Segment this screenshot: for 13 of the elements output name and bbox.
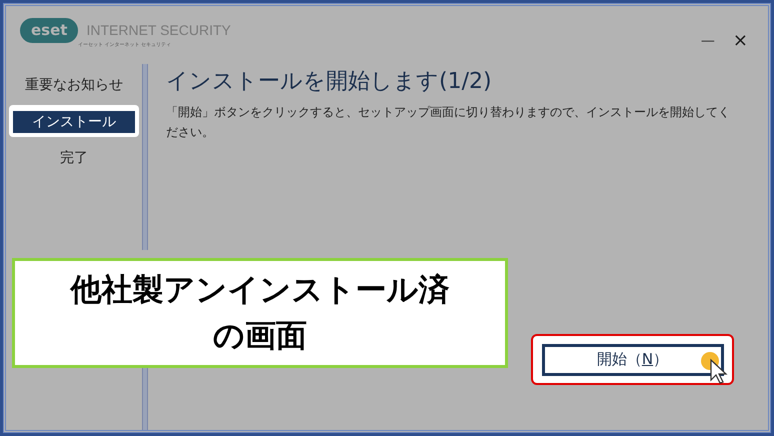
logo-badge: eset (20, 18, 78, 43)
product-name: INTERNET SECURITY (86, 21, 231, 40)
sidebar-item[interactable]: 重要なお知らせ (13, 74, 135, 96)
sidebar-item[interactable]: 完了 (13, 148, 135, 170)
start-button[interactable]: 開始（N） (542, 344, 724, 376)
page-title: インストールを開始します(1/2) (166, 68, 493, 96)
sidebar-scrollbar (142, 368, 148, 430)
description-text: 「開始」ボタンをクリックすると、セットアップ画面に切り替わりますので、インストールを開始してください。 (166, 104, 731, 140)
sidebar-item[interactable]: インストール (13, 111, 135, 133)
caption-text: の画面 (213, 317, 307, 356)
minimize-button[interactable]: — (700, 34, 715, 48)
caption-text: 他社製アンインストール済 (70, 271, 450, 310)
close-button[interactable]: × (732, 32, 748, 50)
